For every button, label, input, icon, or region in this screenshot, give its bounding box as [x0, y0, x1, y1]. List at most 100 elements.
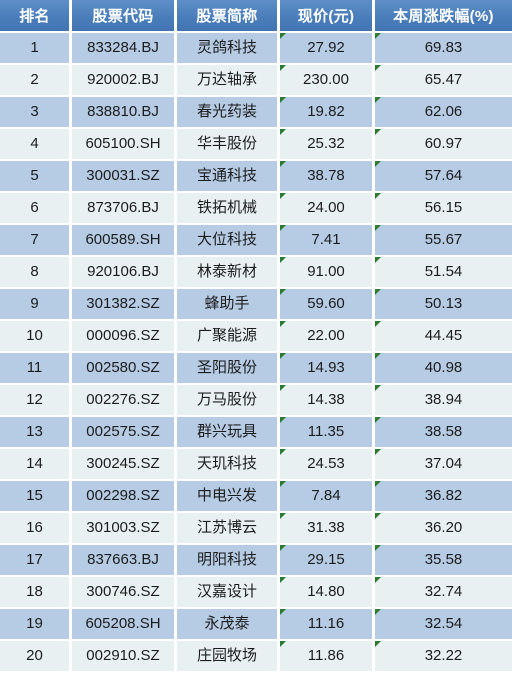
column-header-rank[interactable]: 排名 [0, 0, 72, 33]
cell-rank: 3 [0, 97, 72, 129]
cell-value: 19 [26, 615, 43, 632]
cell-code: 002910.SZ [72, 641, 177, 673]
cell-value: 9 [30, 295, 39, 312]
column-header-change[interactable]: 本周涨跌幅(%) [375, 0, 512, 33]
column-header-code[interactable]: 股票代码 [72, 0, 177, 33]
cell-value: 57.64 [424, 167, 463, 184]
cell-value: 汉嘉设计 [196, 583, 257, 600]
cell-value: 天玑科技 [196, 455, 257, 472]
cell-value: 32.54 [424, 615, 463, 632]
table-row[interactable]: 4 605100.SH 华丰股份 25.32 60.97 [0, 129, 512, 161]
table-row[interactable]: 10 000096.SZ 广聚能源 22.00 44.45 [0, 321, 512, 353]
cell-price: 14.93 [280, 353, 375, 385]
cell-code: 002575.SZ [72, 417, 177, 449]
cell-value: 14.93 [307, 359, 345, 376]
cell-value: 3 [30, 103, 39, 120]
table-row[interactable]: 15 002298.SZ 中电兴发 7.84 36.82 [0, 481, 512, 513]
cell-value: 60.97 [424, 135, 463, 152]
column-header-price[interactable]: 现价(元) [280, 0, 375, 33]
cell-rank: 5 [0, 161, 72, 193]
cell-name: 铁拓机械 [177, 193, 280, 225]
cell-value: 69.83 [424, 39, 463, 56]
cell-value: 大位科技 [196, 231, 257, 248]
cell-rank: 6 [0, 193, 72, 225]
table-row[interactable]: 11 002580.SZ 圣阳股份 14.93 40.98 [0, 353, 512, 385]
column-header-label: 现价(元) [297, 8, 355, 25]
cell-rank: 18 [0, 577, 72, 609]
stock-weekly-gainers-table: 排名 股票代码 股票简称 现价(元) 本周涨跌幅(%) 1 833284.BJ 灵鸽科技 27… [0, 0, 512, 673]
table-row[interactable]: 9 301382.SZ 蜂助手 59.60 50.13 [0, 289, 512, 321]
cell-name: 汉嘉设计 [177, 577, 280, 609]
table-row[interactable]: 6 873706.BJ 铁拓机械 24.00 56.15 [0, 193, 512, 225]
cell-name: 永茂泰 [177, 609, 280, 641]
cell-rank: 17 [0, 545, 72, 577]
cell-change: 32.74 [375, 577, 512, 609]
cell-value: 230.00 [303, 71, 349, 88]
cell-code: 833284.BJ [72, 33, 177, 65]
cell-value: 62.06 [424, 103, 463, 120]
cell-value: 江苏博云 [196, 519, 257, 536]
cell-price: 38.78 [280, 161, 375, 193]
table-row[interactable]: 20 002910.SZ 庄园牧场 11.86 32.22 [0, 641, 512, 673]
table-row[interactable]: 1 833284.BJ 灵鸽科技 27.92 69.83 [0, 33, 512, 65]
cell-value: 24.00 [307, 199, 345, 216]
table-row[interactable]: 5 300031.SZ 宝通科技 38.78 57.64 [0, 161, 512, 193]
cell-change: 36.20 [375, 513, 512, 545]
column-header-label: 排名 [19, 8, 50, 25]
cell-value: 永茂泰 [204, 615, 250, 632]
table-row[interactable]: 7 600589.SH 大位科技 7.41 55.67 [0, 225, 512, 257]
cell-name: 灵鸽科技 [177, 33, 280, 65]
table-row[interactable]: 8 920106.BJ 林泰新材 91.00 51.54 [0, 257, 512, 289]
cell-value: 002276.SZ [86, 391, 160, 408]
cell-value: 春光药装 [196, 103, 257, 120]
cell-rank: 9 [0, 289, 72, 321]
table-header: 排名 股票代码 股票简称 现价(元) 本周涨跌幅(%) [0, 0, 512, 33]
cell-code: 300746.SZ [72, 577, 177, 609]
cell-value: 35.58 [424, 551, 463, 568]
cell-name: 万达轴承 [177, 65, 280, 97]
cell-value: 002575.SZ [86, 423, 160, 440]
cell-value: 56.15 [424, 199, 463, 216]
table-row[interactable]: 19 605208.SH 永茂泰 11.16 32.54 [0, 609, 512, 641]
table-row[interactable]: 13 002575.SZ 群兴玩具 11.35 38.58 [0, 417, 512, 449]
cell-value: 36.20 [424, 519, 463, 536]
table-row[interactable]: 3 838810.BJ 春光药装 19.82 62.06 [0, 97, 512, 129]
cell-value: 833284.BJ [87, 39, 159, 56]
column-header-label: 本周涨跌幅(%) [393, 8, 494, 25]
table-row[interactable]: 16 301003.SZ 江苏博云 31.38 36.20 [0, 513, 512, 545]
cell-price: 19.82 [280, 97, 375, 129]
cell-change: 56.15 [375, 193, 512, 225]
cell-rank: 12 [0, 385, 72, 417]
cell-name: 圣阳股份 [177, 353, 280, 385]
cell-value: 44.45 [424, 327, 463, 344]
cell-rank: 4 [0, 129, 72, 161]
table-row[interactable]: 2 920002.BJ 万达轴承 230.00 65.47 [0, 65, 512, 97]
cell-value: 873706.BJ [87, 199, 159, 216]
cell-change: 40.98 [375, 353, 512, 385]
table-row[interactable]: 17 837663.BJ 明阳科技 29.15 35.58 [0, 545, 512, 577]
cell-value: 50.13 [424, 295, 463, 312]
cell-name: 林泰新材 [177, 257, 280, 289]
cell-code: 002276.SZ [72, 385, 177, 417]
cell-value: 20 [26, 647, 43, 664]
cell-value: 22.00 [307, 327, 345, 344]
cell-value: 11.35 [307, 423, 345, 440]
cell-code: 837663.BJ [72, 545, 177, 577]
column-header-name[interactable]: 股票简称 [177, 0, 280, 33]
cell-change: 37.04 [375, 449, 512, 481]
cell-value: 38.58 [424, 423, 463, 440]
cell-change: 35.58 [375, 545, 512, 577]
cell-code: 002298.SZ [72, 481, 177, 513]
table-row[interactable]: 12 002276.SZ 万马股份 14.38 38.94 [0, 385, 512, 417]
cell-code: 920106.BJ [72, 257, 177, 289]
cell-value: 11.86 [307, 647, 345, 664]
cell-value: 中电兴发 [196, 487, 257, 504]
cell-value: 38.94 [424, 391, 463, 408]
cell-code: 838810.BJ [72, 97, 177, 129]
cell-name: 大位科技 [177, 225, 280, 257]
table-row[interactable]: 18 300746.SZ 汉嘉设计 14.80 32.74 [0, 577, 512, 609]
table-row[interactable]: 14 300245.SZ 天玑科技 24.53 37.04 [0, 449, 512, 481]
cell-value: 837663.BJ [87, 551, 159, 568]
cell-price: 24.00 [280, 193, 375, 225]
cell-code: 301382.SZ [72, 289, 177, 321]
